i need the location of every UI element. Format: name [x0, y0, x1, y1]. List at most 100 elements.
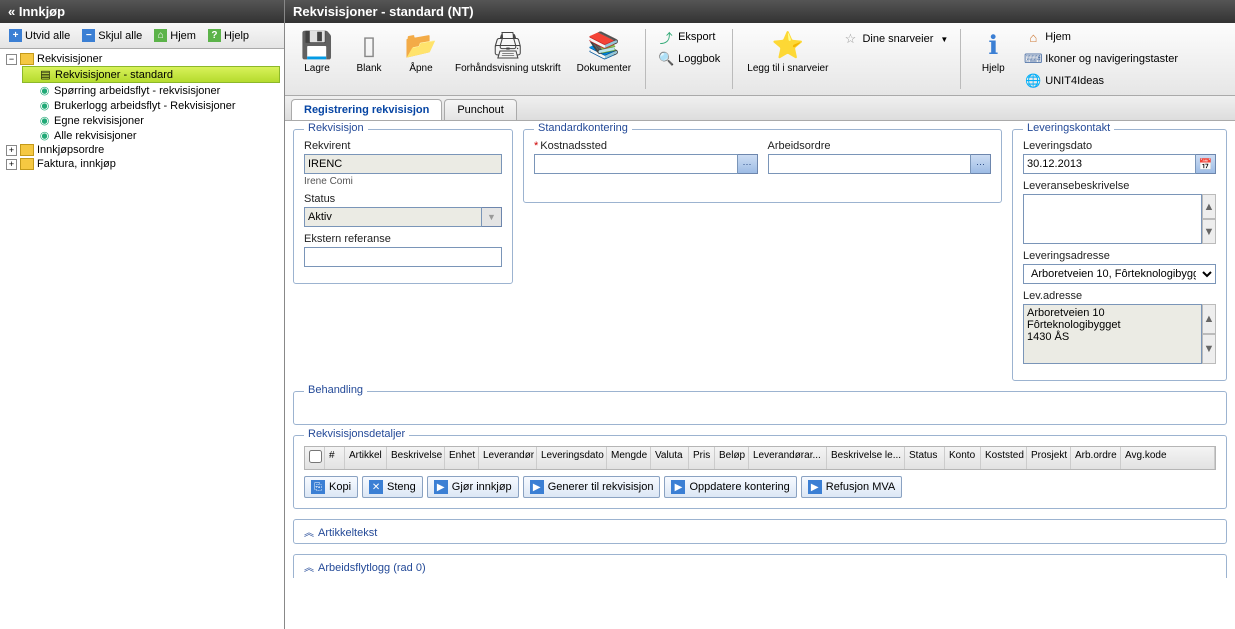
col-valuta[interactable]: Valuta — [651, 447, 689, 469]
behandling-section: Behandling — [293, 391, 1227, 425]
your-shortcuts-dropdown[interactable]: ☆Dine snarveier▼ — [838, 29, 952, 49]
expand-all-button[interactable]: +Utvid alle — [4, 26, 75, 45]
scroll-down-button[interactable]: ▼ — [1202, 334, 1216, 364]
unit4ideas-link[interactable]: 🌐UNIT4Ideas — [1021, 71, 1182, 91]
col-beskrivelse-le[interactable]: Beskrivelse le... — [827, 447, 905, 469]
col-konto[interactable]: Konto — [945, 447, 981, 469]
calendar-button[interactable]: 📅 — [1196, 154, 1216, 174]
separator — [645, 29, 646, 89]
home-link[interactable]: ⌂Hjem — [1021, 27, 1182, 47]
col-num[interactable]: # — [325, 447, 345, 469]
ekstern-referanse-input[interactable] — [304, 247, 502, 267]
scroll-down-button[interactable]: ▼ — [1202, 219, 1216, 244]
collapse-icon[interactable]: − — [6, 54, 17, 65]
steng-button[interactable]: ✕Steng — [362, 476, 423, 498]
blank-icon: ▯ — [353, 29, 385, 61]
search-icon: 🔍 — [658, 51, 674, 67]
collapse-all-button[interactable]: −Skjul alle — [77, 26, 147, 45]
chevron-up-icon: ︽ — [304, 524, 314, 539]
tree-folder-innkjopsordre[interactable]: +Innkjøpsordre — [4, 143, 280, 157]
expand-icon[interactable]: + — [6, 145, 17, 156]
nav-tree: −Rekvisisjoner ▤Rekvisisjoner - standard… — [0, 49, 284, 629]
refusjon-mva-button[interactable]: ▶Refusjon MVA — [801, 476, 903, 498]
col-arbordre[interactable]: Arb.ordre — [1071, 447, 1121, 469]
leveringsdato-input[interactable] — [1023, 154, 1196, 174]
rekvisisjonsdetaljer-section: Rekvisisjonsdetaljer # Artikkel Beskrive… — [293, 435, 1227, 509]
details-grid-header: # Artikkel Beskrivelse Enhet Leverandør … — [304, 446, 1216, 470]
generer-button[interactable]: ▶Generer til rekvisisjon — [523, 476, 661, 498]
tree-folder-faktura[interactable]: +Faktura, innkjøp — [4, 157, 280, 171]
artikkeltekst-section[interactable]: ︽ Artikkeltekst — [293, 519, 1227, 544]
home-button[interactable]: ⌂Hjem — [149, 26, 201, 45]
help-button[interactable]: ?Hjelp — [203, 26, 254, 45]
tree-item-egne[interactable]: ◉Egne rekvisisjoner — [22, 113, 280, 128]
leveringskontakt-section: Leveringskontakt Leveringsdato 📅 Leveran… — [1012, 129, 1227, 381]
col-status[interactable]: Status — [905, 447, 945, 469]
col-leveringsdato[interactable]: Leveringsdato — [537, 447, 607, 469]
scroll-up-button[interactable]: ▲ — [1202, 304, 1216, 334]
form-content: Rekvisisjon Rekvirent Irene Comi Status … — [285, 121, 1235, 629]
tree-item-alle[interactable]: ◉Alle rekvisisjoner — [22, 128, 280, 143]
section-legend: Leveringskontakt — [1023, 122, 1114, 134]
tree-item-brukerlogg[interactable]: ◉Brukerlogg arbeidsflyt - Rekvisisjoner — [22, 98, 280, 113]
save-button[interactable]: 💾Lagre — [293, 27, 341, 76]
col-leverandorar[interactable]: Leverandørar... — [749, 447, 827, 469]
kostnadssted-input[interactable] — [534, 154, 738, 174]
expand-icon[interactable]: + — [6, 159, 17, 170]
arbeidsordre-field: Arbeidsordre ⋯ — [768, 140, 992, 174]
help-button[interactable]: ℹHjelp — [969, 27, 1017, 76]
col-avgkode[interactable]: Avg.kode — [1121, 447, 1215, 469]
logbook-button[interactable]: 🔍Loggbok — [654, 49, 724, 69]
leveringsadresse-select[interactable]: Arboretveien 10, Fôrteknologibygget — [1023, 264, 1216, 284]
status-dropdown-button[interactable]: ▼ — [482, 207, 502, 227]
col-leverandor[interactable]: Leverandør — [479, 447, 537, 469]
query-icon: ◉ — [38, 114, 51, 127]
add-shortcut-button[interactable]: ⭐Legg til i snarveier — [741, 27, 834, 76]
tab-punchout[interactable]: Punchout — [444, 99, 516, 120]
action-icon: ▶ — [808, 480, 822, 494]
export-button[interactable]: ⤴Eksport — [654, 27, 724, 47]
star-icon: ☆ — [842, 31, 858, 47]
folder-icon — [20, 158, 34, 170]
documents-button[interactable]: 📚Dokumenter — [571, 27, 637, 76]
status-input[interactable] — [304, 207, 482, 227]
col-beskrivelse[interactable]: Beskrivelse — [387, 447, 445, 469]
leveransebeskrivelse-input[interactable] — [1023, 194, 1202, 244]
rekvirent-name: Irene Comi — [304, 176, 502, 187]
col-mengde[interactable]: Mengde — [607, 447, 651, 469]
kopi-button[interactable]: ⎘Kopi — [304, 476, 358, 498]
tree-item-rekvisisjoner-standard[interactable]: ▤Rekvisisjoner - standard — [22, 66, 280, 83]
col-enhet[interactable]: Enhet — [445, 447, 479, 469]
home-icon: ⌂ — [154, 29, 167, 42]
tab-registrering[interactable]: Registrering rekvisisjon — [291, 99, 442, 120]
plus-icon: + — [9, 29, 22, 42]
documents-icon: 📚 — [588, 29, 620, 61]
left-toolbar: +Utvid alle −Skjul alle ⌂Hjem ?Hjelp — [0, 23, 284, 49]
lev-adresse-display — [1023, 304, 1202, 364]
chevron-up-icon: ︽ — [304, 559, 314, 574]
scroll-up-button[interactable]: ▲ — [1202, 194, 1216, 219]
rekvirent-input[interactable] — [304, 154, 502, 174]
col-belop[interactable]: Beløp — [715, 447, 749, 469]
arbeidsflytlogg-section[interactable]: ︽ Arbeidsflytlogg (rad 0) — [293, 554, 1227, 578]
open-button[interactable]: 📂Åpne — [397, 27, 445, 76]
oppdatere-kontering-button[interactable]: ▶Oppdatere kontering — [664, 476, 796, 498]
lookup-button[interactable]: ⋯ — [971, 154, 991, 174]
col-koststed[interactable]: Koststed — [981, 447, 1027, 469]
select-all-checkbox[interactable] — [309, 450, 322, 463]
tree-root[interactable]: −Rekvisisjoner — [4, 52, 280, 66]
preview-print-button[interactable]: 🖨Forhåndsvisning utskrift — [449, 27, 567, 76]
arbeidsordre-input[interactable] — [768, 154, 972, 174]
lookup-button[interactable]: ⋯ — [738, 154, 758, 174]
section-legend: Arbeidsflytlogg (rad 0) — [318, 562, 426, 574]
gjor-innkjop-button[interactable]: ▶Gjør innkjøp — [427, 476, 519, 498]
col-artikkel[interactable]: Artikkel — [345, 447, 387, 469]
section-legend: Artikkeltekst — [318, 527, 377, 539]
col-prosjekt[interactable]: Prosjekt — [1027, 447, 1071, 469]
blank-button[interactable]: ▯Blank — [345, 27, 393, 76]
separator — [732, 29, 733, 89]
col-pris[interactable]: Pris — [689, 447, 715, 469]
tree-item-sporring[interactable]: ◉Spørring arbeidsflyt - rekvisisjoner — [22, 83, 280, 98]
icons-nav-link[interactable]: ⌨Ikoner og navigeringstaster — [1021, 49, 1182, 69]
home-icon: ⌂ — [1025, 29, 1041, 45]
